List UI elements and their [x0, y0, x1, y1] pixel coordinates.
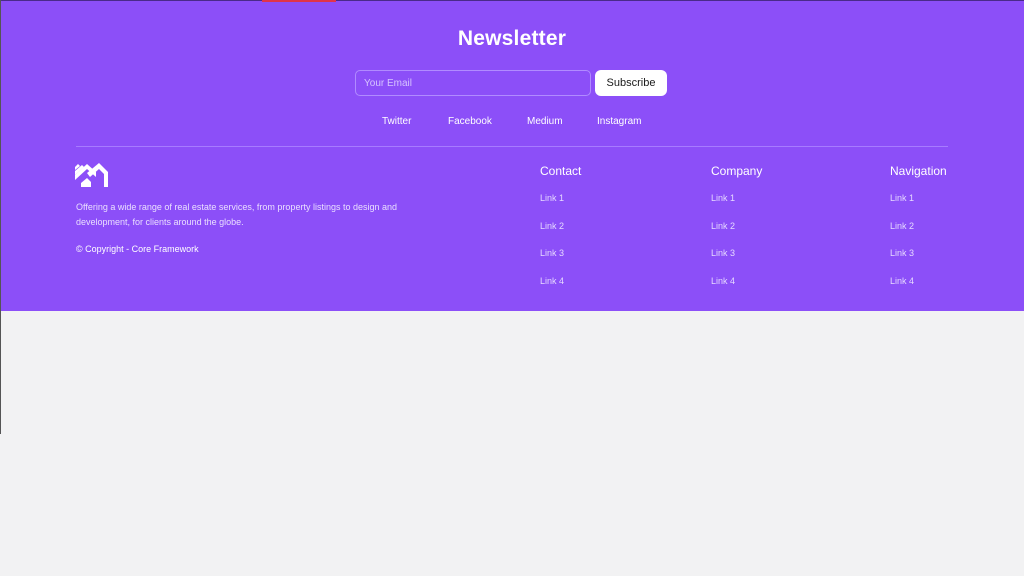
- contact-column: Contact Link 1 Link 2 Link 3 Link 4: [540, 164, 581, 302]
- company-link-2[interactable]: Link 2: [711, 220, 762, 248]
- column-title: Company: [711, 164, 763, 178]
- company-link-4[interactable]: Link 4: [711, 275, 762, 303]
- contact-link-3[interactable]: Link 3: [540, 247, 581, 275]
- navigation-link-2[interactable]: Link 2: [890, 220, 947, 248]
- newsletter-title: Newsletter: [457, 27, 567, 50]
- company-link-3[interactable]: Link 3: [711, 247, 762, 275]
- instagram-link[interactable]: Instagram: [597, 116, 641, 127]
- navigation-link-3[interactable]: Link 3: [890, 247, 947, 275]
- company-link-1[interactable]: Link 1: [711, 192, 762, 220]
- window-edge: [0, 0, 1, 434]
- contact-link-1[interactable]: Link 1: [540, 192, 581, 220]
- email-input[interactable]: [355, 70, 591, 96]
- company-description: Offering a wide range of real estate ser…: [76, 202, 397, 227]
- navigation-link-1[interactable]: Link 1: [890, 192, 947, 220]
- house-roof-icon[interactable]: [75, 163, 108, 187]
- twitter-link[interactable]: Twitter: [382, 116, 411, 127]
- medium-link[interactable]: Medium: [527, 116, 563, 127]
- company-column: Company Link 1 Link 2 Link 3 Link 4: [711, 164, 762, 302]
- subscribe-button[interactable]: Subscribe: [595, 70, 667, 96]
- facebook-link[interactable]: Facebook: [448, 116, 492, 127]
- footer-divider: [76, 146, 948, 147]
- navigation-link-4[interactable]: Link 4: [890, 275, 947, 303]
- contact-link-2[interactable]: Link 2: [540, 220, 581, 248]
- top-accent-bar: [262, 0, 336, 2]
- contact-link-4[interactable]: Link 4: [540, 275, 581, 303]
- copyright-text: © Copyright - Core Framework: [76, 244, 199, 254]
- column-title: Contact: [540, 164, 582, 178]
- site-footer: Newsletter Subscribe Twitter Facebook Me…: [0, 0, 1024, 311]
- navigation-column: Navigation Link 1 Link 2 Link 3 Link 4: [890, 164, 947, 302]
- column-title: Navigation: [890, 164, 947, 178]
